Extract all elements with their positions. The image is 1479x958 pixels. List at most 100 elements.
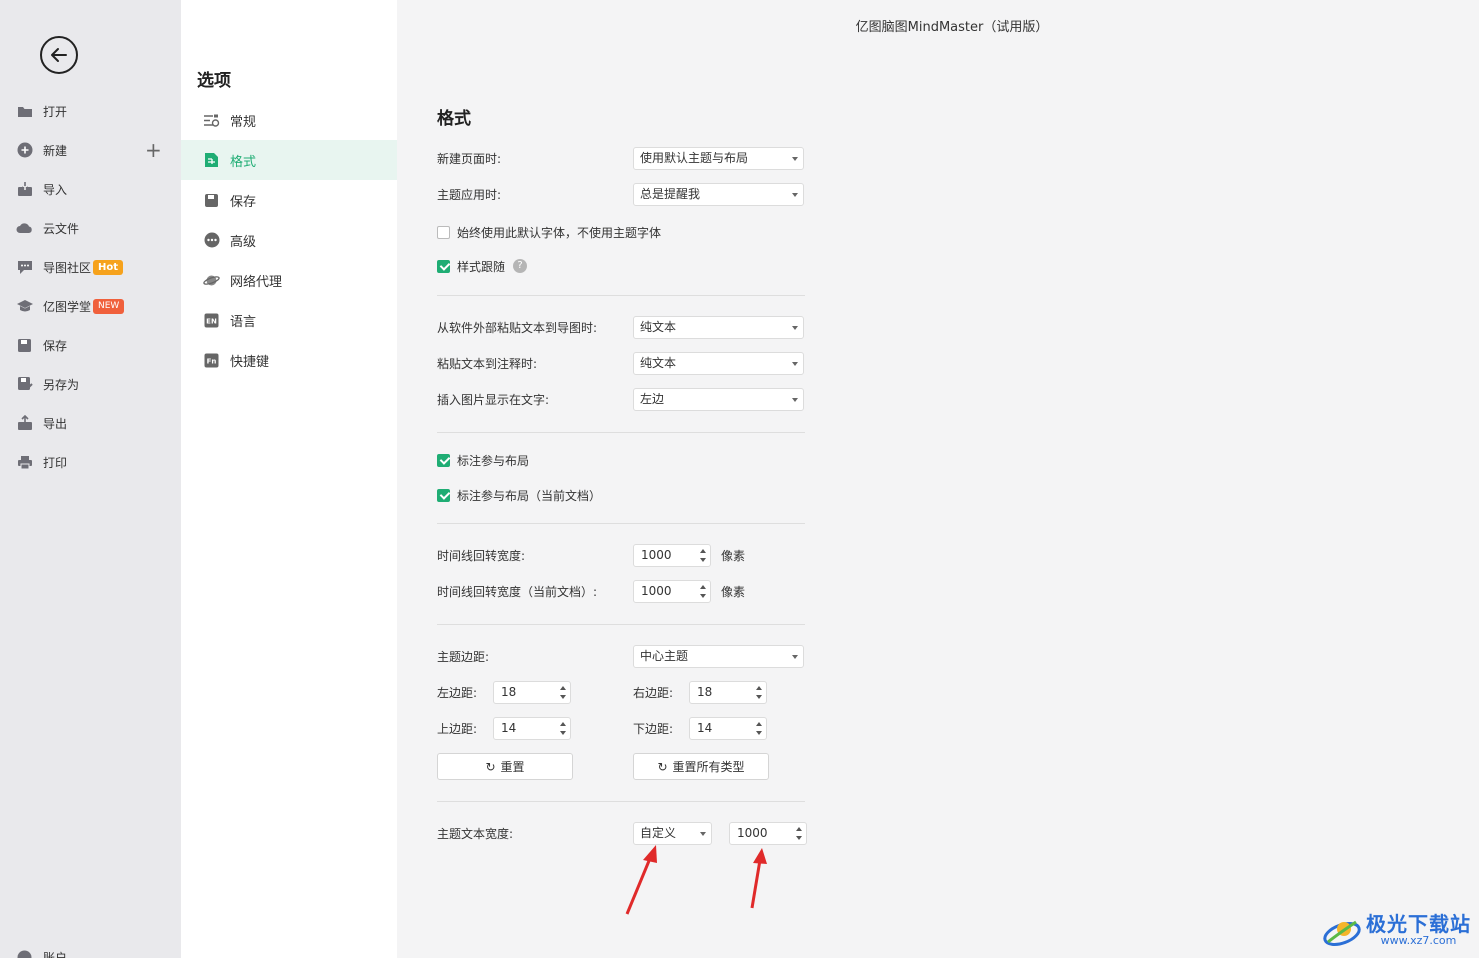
stepper-arrows-icon[interactable] — [559, 684, 567, 701]
nav-academy[interactable]: 亿图学堂 NEW — [16, 295, 166, 317]
option-format[interactable]: 格式 — [181, 140, 397, 180]
section-title: 格式 — [437, 109, 471, 129]
timeline-width-doc-label: 时间线回转宽度（当前文档）: — [437, 585, 598, 599]
new-badge: NEW — [93, 298, 125, 314]
nav-account-label: 账户 — [43, 950, 68, 958]
left-margin-stepper[interactable]: 18 — [493, 681, 571, 704]
callout-layout-checkbox[interactable]: 标注参与布局 — [437, 451, 529, 469]
topic-margin-select[interactable]: 中心主题 — [633, 645, 804, 668]
theme-apply-label: 主题应用时: — [437, 188, 502, 202]
new-page-value: 使用默认主题与布局 — [640, 151, 749, 165]
always-default-font-label: 始终使用此默认字体，不使用主题字体 — [457, 225, 662, 240]
nav-new[interactable]: 新建 — [16, 139, 166, 161]
hot-badge: Hot — [93, 259, 124, 275]
planet-icon — [203, 272, 220, 289]
right-margin-label: 右边距: — [633, 686, 674, 700]
checkbox-box[interactable] — [437, 225, 450, 239]
new-page-label: 新建页面时: — [437, 152, 502, 166]
nav-academy-label: 亿图学堂 — [43, 299, 92, 314]
nav-cloud[interactable]: 云文件 — [16, 217, 166, 239]
nav-community[interactable]: 导图社区 Hot — [16, 256, 166, 278]
option-advanced[interactable]: 高级 — [181, 220, 397, 260]
option-general-label: 常规 — [230, 114, 257, 130]
topic-text-width-value: 1000 — [737, 826, 768, 840]
theme-apply-value: 总是提醒我 — [640, 187, 701, 201]
help-icon[interactable]: ? — [513, 259, 528, 273]
option-general[interactable]: 常规 — [181, 100, 397, 140]
paste-note-select[interactable]: 纯文本 — [633, 352, 804, 375]
nav-save[interactable]: 保存 — [16, 334, 166, 356]
watermark-url: www.xz7.com — [1380, 934, 1457, 947]
divider — [437, 523, 805, 524]
paste-external-select[interactable]: 纯文本 — [633, 316, 804, 339]
timeline-width-doc-stepper[interactable]: 1000 — [633, 580, 711, 603]
insert-image-select[interactable]: 左边 — [633, 388, 804, 411]
stepper-arrows-icon[interactable] — [755, 684, 763, 701]
always-default-font-checkbox[interactable]: 始终使用此默认字体，不使用主题字体 — [437, 223, 661, 241]
nav-print[interactable]: 打印 — [16, 451, 166, 473]
sliders-icon — [203, 112, 220, 129]
stepper-arrows-icon[interactable] — [755, 720, 763, 737]
topic-text-width-stepper[interactable]: 1000 — [729, 822, 807, 845]
back-button[interactable] — [40, 36, 78, 74]
community-icon — [16, 260, 33, 275]
timeline-width-stepper[interactable]: 1000 — [633, 544, 711, 567]
nav-new-label: 新建 — [43, 143, 68, 158]
chevron-down-icon — [792, 326, 798, 330]
nav-import[interactable]: 导入 — [16, 178, 166, 200]
nav-save-as-label: 另存为 — [43, 377, 80, 392]
reset-all-button[interactable]: ↻ 重置所有类型 — [633, 753, 769, 780]
more-icon — [203, 232, 220, 249]
option-proxy[interactable]: 网络代理 — [181, 260, 397, 300]
callout-layout-doc-label: 标注参与布局（当前文档） — [457, 488, 602, 503]
option-language[interactable]: EN 语言 — [181, 300, 397, 340]
bottom-margin-value: 14 — [697, 721, 713, 735]
theme-apply-select[interactable]: 总是提醒我 — [633, 183, 804, 206]
printer-icon — [16, 455, 33, 470]
watermark-logo-icon — [1323, 920, 1361, 946]
topic-text-width-mode-value: 自定义 — [640, 826, 677, 840]
stepper-arrows-icon[interactable] — [795, 825, 803, 842]
bottom-margin-label: 下边距: — [633, 722, 674, 736]
new-plus-icon[interactable]: + — [145, 140, 162, 160]
stepper-arrows-icon[interactable] — [699, 583, 707, 600]
divider — [437, 624, 805, 625]
style-follow-label: 样式跟随 — [457, 259, 506, 274]
nav-import-label: 导入 — [43, 182, 68, 197]
nav-save-as[interactable]: 另存为 — [16, 373, 166, 395]
window-title: 亿图脑图MindMaster（试用版） — [855, 20, 1049, 35]
top-margin-stepper[interactable]: 14 — [493, 717, 571, 740]
style-follow-checkbox[interactable]: 样式跟随 ? — [437, 257, 528, 275]
nav-open[interactable]: 打开 — [16, 100, 166, 122]
left-margin-label: 左边距: — [437, 686, 478, 700]
bottom-margin-stepper[interactable]: 14 — [689, 717, 767, 740]
nav-account[interactable]: 账户 — [16, 946, 166, 958]
timeline-width-unit: 像素 — [721, 549, 746, 563]
cloud-icon — [16, 221, 33, 236]
checkbox-checked[interactable] — [437, 488, 450, 502]
option-shortcuts[interactable]: Fn 快捷键 — [181, 340, 397, 380]
insert-image-label: 插入图片显示在文字: — [437, 393, 550, 407]
callout-layout-doc-checkbox[interactable]: 标注参与布局（当前文档） — [437, 486, 601, 504]
right-margin-stepper[interactable]: 18 — [689, 681, 767, 704]
chevron-down-icon — [792, 157, 798, 161]
reset-all-label: 重置所有类型 — [672, 760, 745, 774]
stepper-arrows-icon[interactable] — [559, 720, 567, 737]
option-proxy-label: 网络代理 — [230, 274, 283, 290]
topic-text-width-label: 主题文本宽度: — [437, 827, 514, 841]
checkbox-checked[interactable] — [437, 259, 450, 273]
new-page-select[interactable]: 使用默认主题与布局 — [633, 147, 804, 170]
reset-button[interactable]: ↻ 重置 — [437, 753, 573, 780]
account-icon — [16, 950, 33, 958]
svg-text:EN: EN — [206, 317, 217, 325]
nav-export[interactable]: 导出 — [16, 412, 166, 434]
watermark-text: 极光下载站 — [1366, 912, 1471, 936]
chevron-down-icon — [792, 398, 798, 402]
stepper-arrows-icon[interactable] — [699, 547, 707, 564]
nav-open-label: 打开 — [43, 104, 68, 119]
language-icon: EN — [203, 312, 220, 329]
option-save[interactable]: 保存 — [181, 180, 397, 220]
checkbox-checked[interactable] — [437, 453, 450, 467]
refresh-icon: ↻ — [485, 759, 496, 774]
nav-print-label: 打印 — [43, 455, 68, 470]
